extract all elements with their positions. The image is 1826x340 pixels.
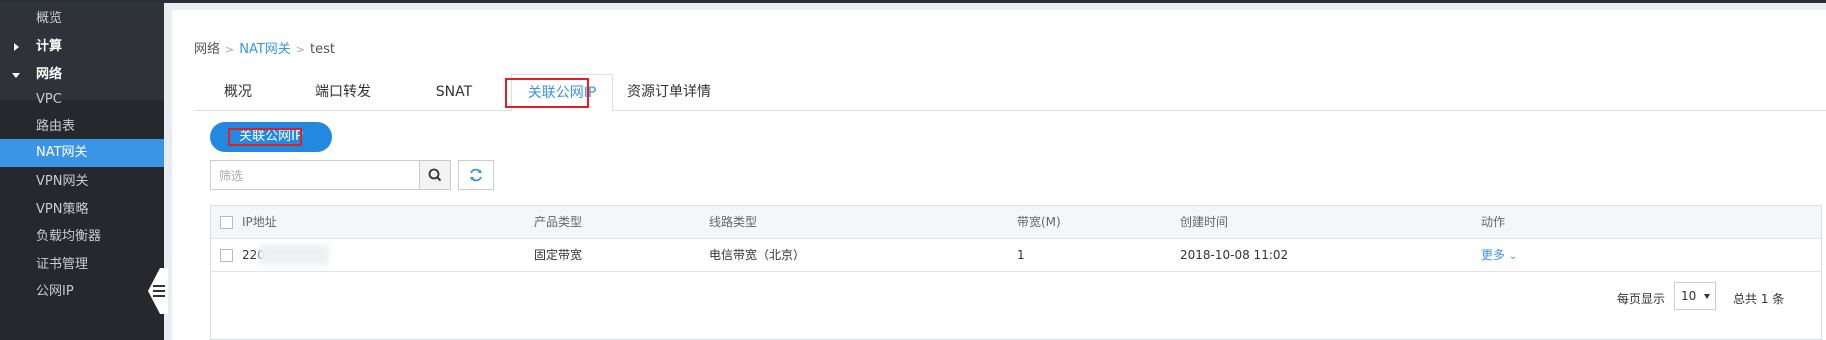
filter-field — [210, 160, 420, 190]
tab-bar: 概况 端口转发 SNAT 关联公网IP 资源订单详情 — [194, 74, 1826, 112]
sidebar: 概览 计算 网络 VPC 路由表 NAT网关 VPN网关 VPN策略 负载均衡器… — [0, 3, 164, 340]
top-bar — [0, 0, 1826, 3]
sidebar-item-label: 公网IP — [36, 284, 74, 299]
filter-input[interactable] — [217, 162, 417, 190]
search-button[interactable] — [419, 160, 451, 190]
menu-collapse-icon — [153, 285, 165, 297]
per-page-label: 每页显示 — [1617, 292, 1666, 306]
main-panel: 网络 > NAT网关 > test 概况 端口转发 SNAT 关联公网IP 资源订单详情… — [172, 10, 1826, 340]
sidebar-item-label: NAT网关 — [36, 145, 88, 160]
per-page-select[interactable]: 10 — [1674, 282, 1716, 310]
breadcrumb-parent-link[interactable]: NAT网关 — [239, 42, 291, 57]
total-count: 总共 1 条 — [1733, 292, 1785, 306]
breadcrumb-separator: > — [295, 43, 306, 56]
search-icon — [428, 168, 442, 182]
per-page-value: 10 — [1681, 289, 1697, 303]
column-header-action: 动作 — [1481, 215, 1506, 229]
button-highlight-box — [228, 128, 302, 146]
column-header-ip: IP地址 — [242, 215, 277, 229]
refresh-icon — [470, 168, 482, 182]
column-header-line-type: 线路类型 — [709, 215, 758, 229]
select-all-checkbox[interactable] — [220, 216, 233, 229]
breadcrumb-current: test — [310, 42, 335, 57]
public-ip-table: IP地址 产品类型 线路类型 带宽(M) 创建时间 动作 220 固定带宽 电信… — [210, 205, 1822, 340]
redacted-ip-blur — [259, 245, 329, 265]
tab-snat[interactable]: SNAT — [402, 74, 506, 110]
more-label: 更多 — [1481, 248, 1506, 262]
cell-product-type: 固定带宽 — [534, 248, 583, 262]
cell-created-time: 2018-10-08 11:02 — [1180, 248, 1289, 262]
cell-line-type: 电信带宽（北京） — [709, 248, 806, 262]
table-header: IP地址 产品类型 线路类型 带宽(M) 创建时间 动作 — [211, 206, 1821, 239]
more-actions-link[interactable]: 更多 ⌄ — [1481, 239, 1517, 271]
column-header-created-time: 创建时间 — [1180, 215, 1229, 229]
tab-resource-order-details[interactable]: 资源订单详情 — [616, 74, 722, 110]
dropdown-arrow-icon — [1704, 294, 1710, 299]
column-header-product-type: 产品类型 — [534, 215, 583, 229]
tab-overview[interactable]: 概况 — [194, 74, 282, 110]
refresh-button[interactable] — [458, 160, 494, 190]
row-checkbox[interactable] — [220, 249, 233, 262]
sidebar-item-nat-gateway[interactable]: NAT网关 — [0, 139, 164, 167]
cell-bandwidth: 1 — [1017, 248, 1025, 262]
sidebar-item-public-ip[interactable]: 公网IP — [0, 276, 164, 308]
table-row[interactable]: 220 固定带宽 电信带宽（北京） 1 2018-10-08 11:02 更多 … — [211, 239, 1821, 272]
tab-port-forwarding[interactable]: 端口转发 — [290, 74, 396, 110]
column-header-bandwidth: 带宽(M) — [1017, 215, 1061, 229]
tab-highlight-box — [505, 78, 589, 108]
breadcrumb-separator: > — [225, 43, 235, 56]
chevron-down-icon: ⌄ — [1508, 251, 1518, 262]
breadcrumb: 网络 > NAT网关 > test — [194, 38, 335, 57]
breadcrumb-root[interactable]: 网络 — [194, 42, 220, 57]
